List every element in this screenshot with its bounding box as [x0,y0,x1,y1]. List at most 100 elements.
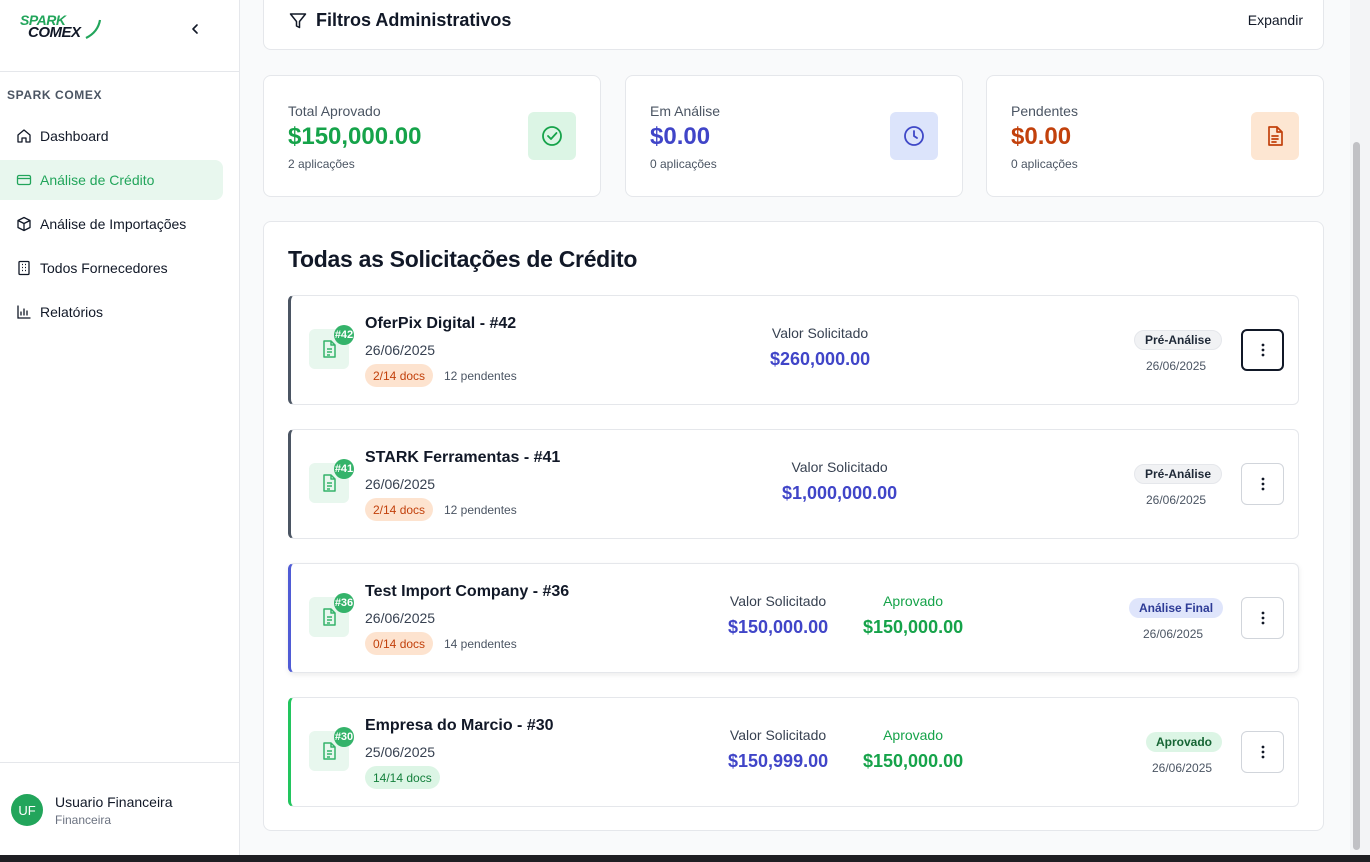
credit-card-icon [16,174,32,186]
more-options-button[interactable] [1241,597,1284,639]
approved-amount: Aprovado $150,000.00 [863,727,963,772]
docs-badge: 14/14 docs [365,766,440,789]
stat-label: Total Aprovado [288,103,381,119]
building-icon [18,260,30,276]
requested-label: Valor Solicitado [791,459,888,475]
more-vertical-icon [1261,745,1264,759]
stat-label: Pendentes [1011,103,1078,119]
approved-amount: Aprovado $150,000.00 [863,593,963,638]
credit-requests-panel: Todas as Solicitações de Crédito #42 Ofe… [263,221,1324,831]
request-date: 26/06/2025 [365,342,436,358]
sidebar-item-reports[interactable]: Relatórios [0,292,224,332]
filter-icon [289,13,307,29]
status-date: 26/06/2025 [1143,627,1204,641]
stat-icon-box [1251,112,1299,160]
logo-line-2: COMEX [28,24,81,41]
sidebar-item-import-analysis[interactable]: Análise de Importações [0,204,224,244]
user-name: Usuario Financeira [55,794,173,810]
docs-badge: 2/14 docs [365,498,434,521]
request-number-badge: #41 [334,459,354,479]
sidebar-item-dashboard[interactable]: Dashboard [0,116,224,156]
request-row[interactable]: #30 Empresa do Marcio - #30 25/06/2025 1… [288,697,1299,807]
approved-value: $150,000.00 [863,617,964,637]
request-date: 26/06/2025 [365,610,436,626]
spark-comex-logo[interactable]: SPARK COMEX [20,12,102,46]
status-badge: Pré-Análise [1134,464,1223,484]
stat-sub: 0 aplicações [650,157,717,171]
requested-amount: Valor Solicitado $150,000.00 [728,593,828,638]
stat-sub: 0 aplicações [1011,157,1078,171]
request-name: OferPix Digital - #42 [365,315,517,332]
requested-value: $260,000.00 [770,349,871,369]
sidebar-item-label: Análise de Importações [40,216,187,232]
docs-badge: 2/14 docs [365,364,434,387]
more-options-button[interactable] [1241,463,1284,505]
bar-chart-icon [17,305,31,319]
admin-filters-panel: Filtros Administrativos Expandir [263,0,1324,50]
filters-title: Filtros Administrativos [316,10,512,30]
window-edge [1362,0,1370,855]
sidebar: SPARK COMEX SPARK COMEX Dashboard Anális… [0,0,240,855]
request-number-badge: #42 [334,325,354,345]
filters-title-row: Filtros Administrativos [289,10,512,31]
request-date: 25/06/2025 [365,744,436,760]
vertical-scrollbar[interactable] [1350,0,1362,855]
scrollbar-thumb[interactable] [1353,142,1360,850]
chevron-left-icon [192,24,198,34]
stat-card-approved: Total Aprovado $150,000.00 2 aplicações [263,75,601,197]
stat-value: $0.00 [650,123,711,150]
sidebar-item-label: Todos Fornecedores [40,260,168,276]
approved-value: $150,000.00 [863,751,964,771]
request-name: Test Import Company - #36 [365,583,570,600]
stat-card-in-analysis: Em Análise $0.00 0 aplicações [625,75,963,197]
sidebar-item-suppliers[interactable]: Todos Fornecedores [0,248,224,288]
requested-value: $150,999.00 [728,751,829,771]
request-name: Empresa do Marcio - #30 [365,717,554,734]
pending-count: 12 pendentes [444,503,517,517]
main-content: Filtros Administrativos Expandir Total A… [240,0,1350,855]
requested-value: $150,000.00 [728,617,829,637]
more-vertical-icon [1261,611,1264,625]
request-row[interactable]: #36 Test Import Company - #36 26/06/2025… [288,563,1299,673]
request-row[interactable]: #41 STARK Ferramentas - #41 26/06/2025 2… [288,429,1299,539]
stat-label: Em Análise [650,103,721,119]
request-number-badge: #36 [334,593,354,613]
more-options-button[interactable] [1241,329,1284,371]
request-number-badge: #30 [334,727,354,747]
request-date: 26/06/2025 [365,476,436,492]
logo-swoosh-icon [85,19,102,39]
expand-filters-button[interactable]: Expandir [1248,12,1303,28]
requested-amount: Valor Solicitado $1,000,000.00 [782,459,897,504]
status-date: 26/06/2025 [1152,761,1213,775]
sidebar-item-label: Análise de Crédito [40,172,155,188]
approved-label: Aprovado [883,727,944,743]
status-date: 26/06/2025 [1146,359,1207,373]
sidebar-item-credit-analysis[interactable]: Análise de Crédito [0,160,223,200]
requested-value: $1,000,000.00 [782,483,898,503]
more-options-button[interactable] [1241,731,1284,773]
file-text-icon [1268,126,1283,146]
sidebar-nav: Dashboard Análise de Crédito Análise de … [0,116,240,336]
status-badge: Análise Final [1129,598,1224,618]
brand-header: SPARK COMEX [0,0,239,72]
window-bottom-edge [0,855,1370,862]
more-vertical-icon [1261,343,1264,357]
docs-badge: 0/14 docs [365,632,434,655]
collapse-sidebar-button[interactable] [185,19,205,39]
more-vertical-icon [1261,477,1264,491]
requested-amount: Valor Solicitado $260,000.00 [770,325,870,370]
check-circle-icon [542,126,562,146]
pending-count: 12 pendentes [444,369,517,383]
sidebar-item-label: Relatórios [40,304,104,320]
requested-amount: Valor Solicitado $150,999.00 [728,727,828,772]
requests-title: Todas as Solicitações de Crédito [288,246,638,272]
avatar: UF [11,794,43,826]
status-badge: Aprovado [1146,732,1223,752]
approved-label: Aprovado [883,593,944,609]
requested-label: Valor Solicitado [771,325,869,341]
stat-sub: 2 aplicações [288,157,355,171]
user-profile[interactable]: UF Usuario Financeira Financeira [0,762,240,855]
request-row[interactable]: #42 OferPix Digital - #42 26/06/2025 2/1… [288,295,1299,405]
request-name: STARK Ferramentas - #41 [365,449,561,466]
stat-icon-box [528,112,576,160]
